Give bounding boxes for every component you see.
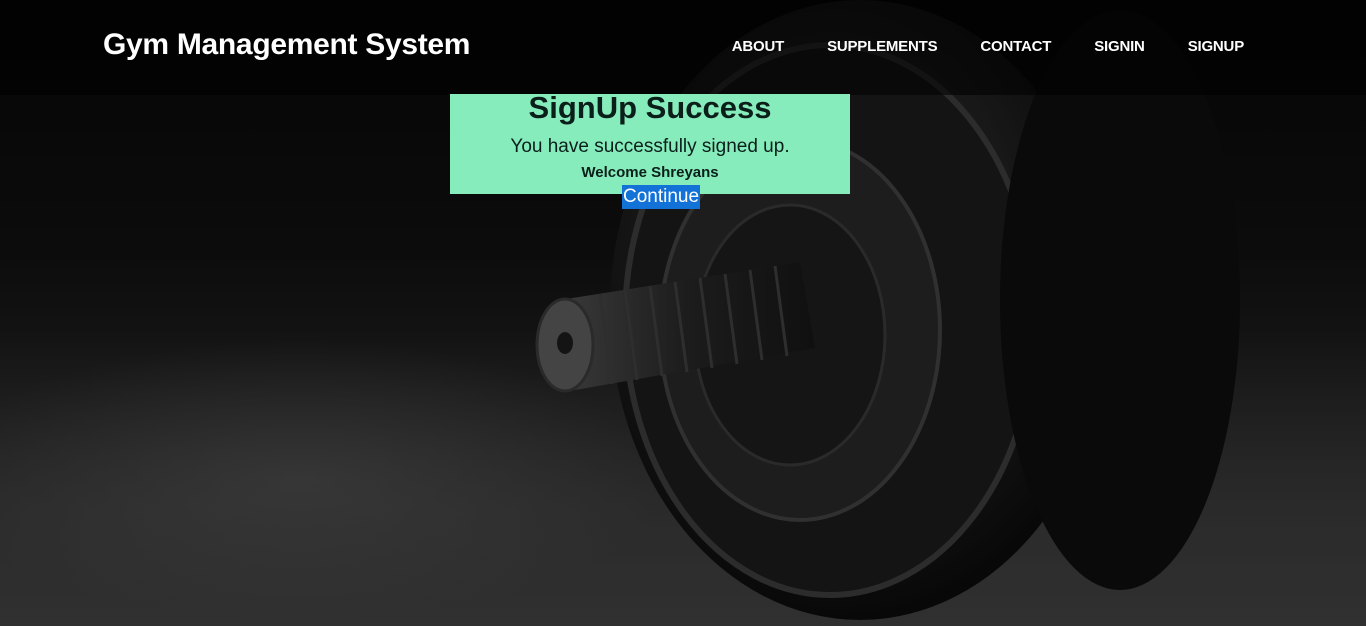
signup-success-panel: SignUp Success You have successfully sig… [450,90,850,194]
nav-link-signup[interactable]: SIGNUP [1188,38,1245,55]
page: Gym Management System ABOUT SUPPLEMENTS … [0,0,1366,626]
success-message: You have successfully signed up. [510,136,790,157]
main-nav: ABOUT SUPPLEMENTS CONTACT SIGNIN SIGNUP [732,38,1244,55]
nav-link-signin[interactable]: SIGNIN [1094,38,1145,55]
nav-link-contact[interactable]: CONTACT [980,38,1051,55]
welcome-text: Welcome Shreyans [581,164,719,181]
site-header: Gym Management System ABOUT SUPPLEMENTS … [0,0,1366,95]
continue-link[interactable]: Continue [622,185,701,209]
success-title: SignUp Success [528,90,772,125]
nav-link-about[interactable]: ABOUT [732,38,785,55]
nav-link-supplements[interactable]: SUPPLEMENTS [827,38,938,55]
site-brand[interactable]: Gym Management System [103,28,470,62]
